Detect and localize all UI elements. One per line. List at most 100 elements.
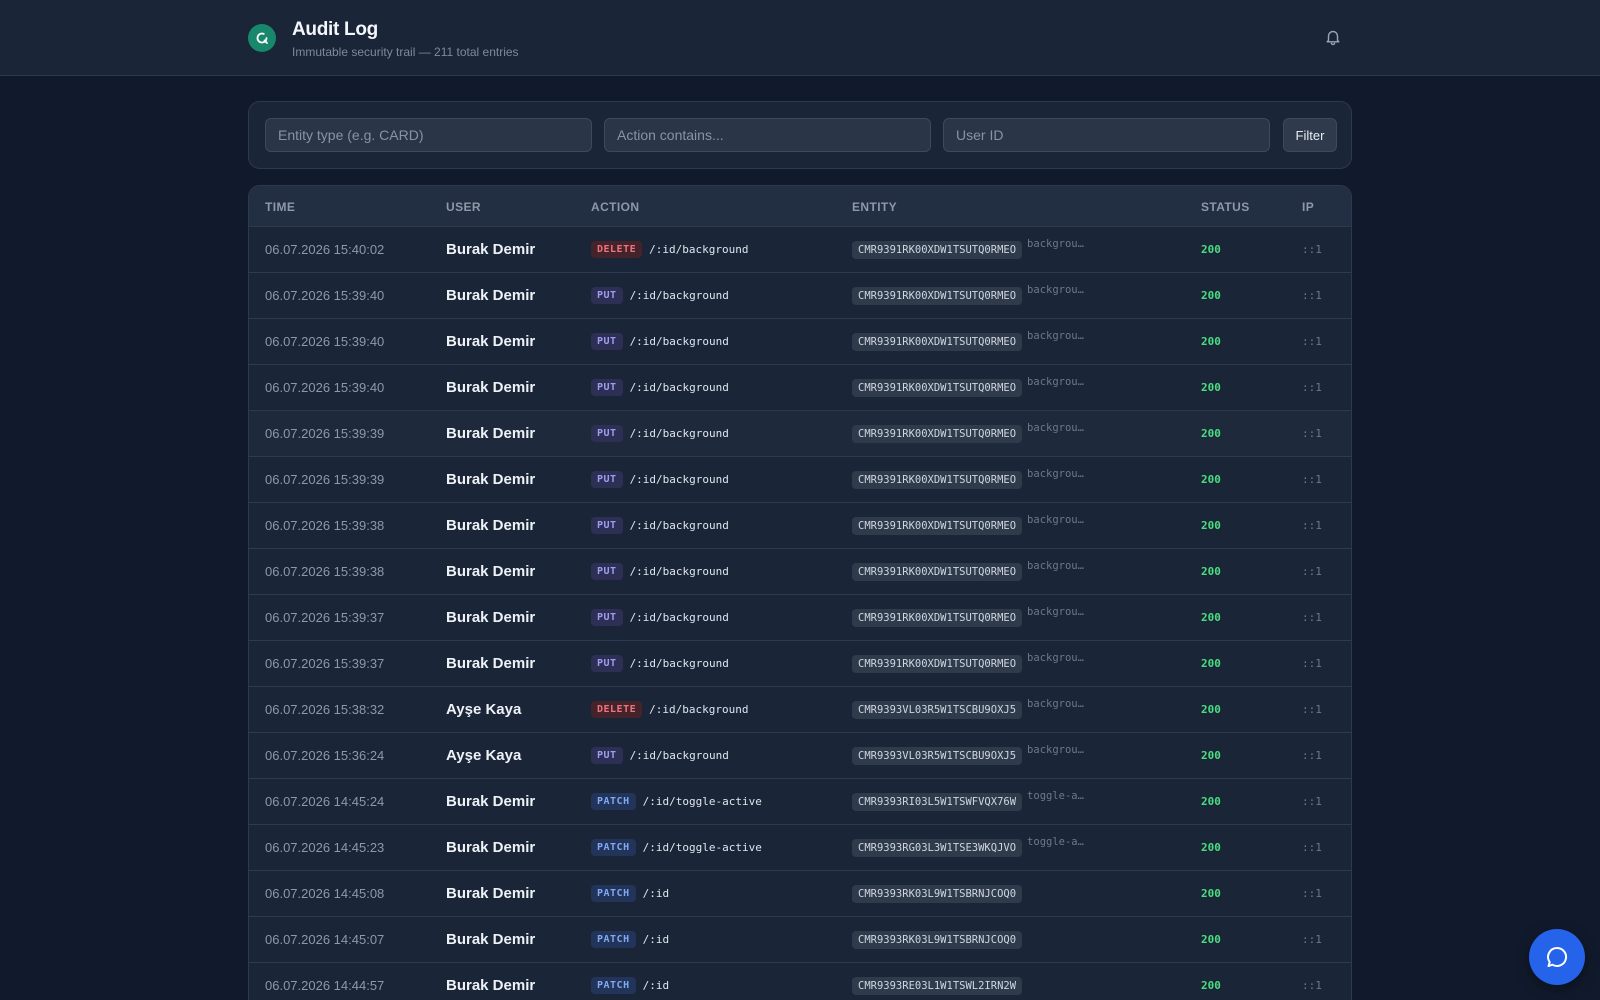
method-badge: PATCH [591,793,636,810]
table-row[interactable]: 06.07.2026 15:39:39 Burak Demir PUT /:id/ba… [249,457,1351,503]
method-badge: PATCH [591,839,636,856]
row-ip: ::1 [1302,243,1322,256]
entity-type: toggle-a… [1027,836,1084,848]
row-action: PUT /:id/background [591,733,729,778]
row-action: PUT /:id/background [591,549,729,594]
row-entity: CMR9393VL03R5W1TSCBU9OXJ5 backgrou… [852,687,1084,732]
table-row[interactable]: 06.07.2026 14:45:07 Burak Demir PATCH /:id C… [249,917,1351,963]
table-row[interactable]: 06.07.2026 14:45:23 Burak Demir PATCH /:id/… [249,825,1351,871]
row-ip: ::1 [1302,657,1322,670]
method-badge: PATCH [591,931,636,948]
action-path: /:id/background [629,473,729,486]
row-entity: CMR9391RK00XDW1TSUTQ0RMEO backgrou… [852,595,1084,640]
row-time: 06.07.2026 15:40:02 [265,242,385,257]
row-ip: ::1 [1302,519,1322,532]
row-ip: ::1 [1302,473,1322,486]
row-time: 06.07.2026 14:44:57 [265,978,385,993]
bell-icon[interactable] [1322,26,1344,48]
status-code: 200 [1201,381,1221,394]
column-header-ip[interactable]: IP [1302,200,1314,214]
action-path: /:id/background [649,703,749,716]
entity-type-input[interactable] [265,118,592,152]
row-action: PATCH /:id/toggle-active [591,825,762,870]
row-time: 06.07.2026 15:39:38 [265,564,385,579]
table-row[interactable]: 06.07.2026 15:39:40 Burak Demir PUT /:id/ba… [249,319,1351,365]
entity-id: CMR9393RE03L1W1TSWL2IRN2W [852,977,1023,995]
method-badge: PUT [591,609,623,626]
row-user: Burak Demir [446,793,536,810]
row-entity: CMR9393RI03L5W1TSWFVQX76W toggle-a… [852,779,1084,824]
action-path: /:id [642,933,670,946]
table-row[interactable]: 06.07.2026 15:39:40 Burak Demir PUT /:id/ba… [249,273,1351,319]
row-action: PUT /:id/background [591,641,729,686]
table-row[interactable]: 06.07.2026 15:38:32 Ayşe Kaya DELETE /:id/b… [249,687,1351,733]
row-ip: ::1 [1302,289,1322,302]
row-user: Burak Demir [446,655,536,672]
action-contains-input[interactable] [604,118,931,152]
table-row[interactable]: 06.07.2026 14:44:57 Burak Demir PATCH /:id C… [249,963,1351,1000]
method-badge: PATCH [591,977,636,994]
user-id-input[interactable] [943,118,1270,152]
method-badge: PATCH [591,885,636,902]
row-user: Burak Demir [446,333,536,350]
row-time: 06.07.2026 15:36:24 [265,748,385,763]
column-header-user[interactable]: USER [446,200,481,214]
chat-button[interactable] [1529,929,1585,985]
row-user: Burak Demir [446,931,536,948]
row-entity: CMR9393RK03L9W1TSBRNJCOQ0 [852,917,1023,962]
table-row[interactable]: 06.07.2026 15:36:24 Ayşe Kaya PUT /:id/back… [249,733,1351,779]
column-header-time[interactable]: TIME [265,200,295,214]
row-user: Burak Demir [446,977,536,994]
filter-bar: Filter [248,101,1352,169]
action-path: /:id [642,979,670,992]
entity-type: backgrou… [1027,514,1084,526]
search-refresh-icon [248,24,276,52]
column-header-action[interactable]: ACTION [591,200,639,214]
row-entity: CMR9393RE03L1W1TSWL2IRN2W [852,963,1023,1000]
table-body: 06.07.2026 15:40:02 Burak Demir DELETE /:id… [249,227,1351,1000]
row-time: 06.07.2026 15:39:37 [265,610,385,625]
row-entity: CMR9393RG03L3W1TSE3WKQJVO toggle-a… [852,825,1084,870]
action-path: /:id/background [629,381,729,394]
row-ip: ::1 [1302,565,1322,578]
row-time: 06.07.2026 14:45:24 [265,794,385,809]
status-code: 200 [1201,887,1221,900]
table-row[interactable]: 06.07.2026 14:45:08 Burak Demir PATCH /:id C… [249,871,1351,917]
table-row[interactable]: 06.07.2026 15:39:37 Burak Demir PUT /:id/ba… [249,595,1351,641]
table-row[interactable]: 06.07.2026 15:39:40 Burak Demir PUT /:id/ba… [249,365,1351,411]
row-entity: CMR9391RK00XDW1TSUTQ0RMEO backgrou… [852,411,1084,456]
entity-id: CMR9391RK00XDW1TSUTQ0RMEO [852,425,1023,443]
column-header-entity[interactable]: ENTITY [852,200,897,214]
row-entity: CMR9391RK00XDW1TSUTQ0RMEO backgrou… [852,365,1084,410]
row-ip: ::1 [1302,611,1322,624]
entity-id: CMR9391RK00XDW1TSUTQ0RMEO [852,333,1023,351]
filter-button[interactable]: Filter [1283,118,1337,152]
row-action: PUT /:id/background [591,457,729,502]
status-code: 200 [1201,657,1221,670]
status-code: 200 [1201,933,1221,946]
entity-id: CMR9393RK03L9W1TSBRNJCOQ0 [852,885,1023,903]
table-row[interactable]: 06.07.2026 15:39:39 Burak Demir PUT /:id/ba… [249,411,1351,457]
table-row[interactable]: 06.07.2026 14:45:24 Burak Demir PATCH /:id/… [249,779,1351,825]
page-subtitle: Immutable security trail — 211 total ent… [292,45,519,59]
row-ip: ::1 [1302,335,1322,348]
chat-bubble-icon [1544,944,1570,970]
status-code: 200 [1201,979,1221,992]
table-row[interactable]: 06.07.2026 15:39:38 Burak Demir PUT /:id/ba… [249,503,1351,549]
action-path: /:id/background [629,289,729,302]
row-ip: ::1 [1302,933,1322,946]
row-ip: ::1 [1302,979,1322,992]
table-row[interactable]: 06.07.2026 15:39:37 Burak Demir PUT /:id/ba… [249,641,1351,687]
column-header-status[interactable]: STATUS [1201,200,1250,214]
method-badge: PUT [591,333,623,350]
action-path: /:id/background [629,611,729,624]
row-time: 06.07.2026 15:39:40 [265,334,385,349]
row-entity: CMR9391RK00XDW1TSUTQ0RMEO backgrou… [852,319,1084,364]
table-row[interactable]: 06.07.2026 15:39:38 Burak Demir PUT /:id/ba… [249,549,1351,595]
row-action: PATCH /:id [591,871,669,916]
row-ip: ::1 [1302,841,1322,854]
table-row[interactable]: 06.07.2026 15:40:02 Burak Demir DELETE /:id… [249,227,1351,273]
entity-type: backgrou… [1027,606,1084,618]
row-user: Burak Demir [446,287,536,304]
method-badge: PUT [591,655,623,672]
